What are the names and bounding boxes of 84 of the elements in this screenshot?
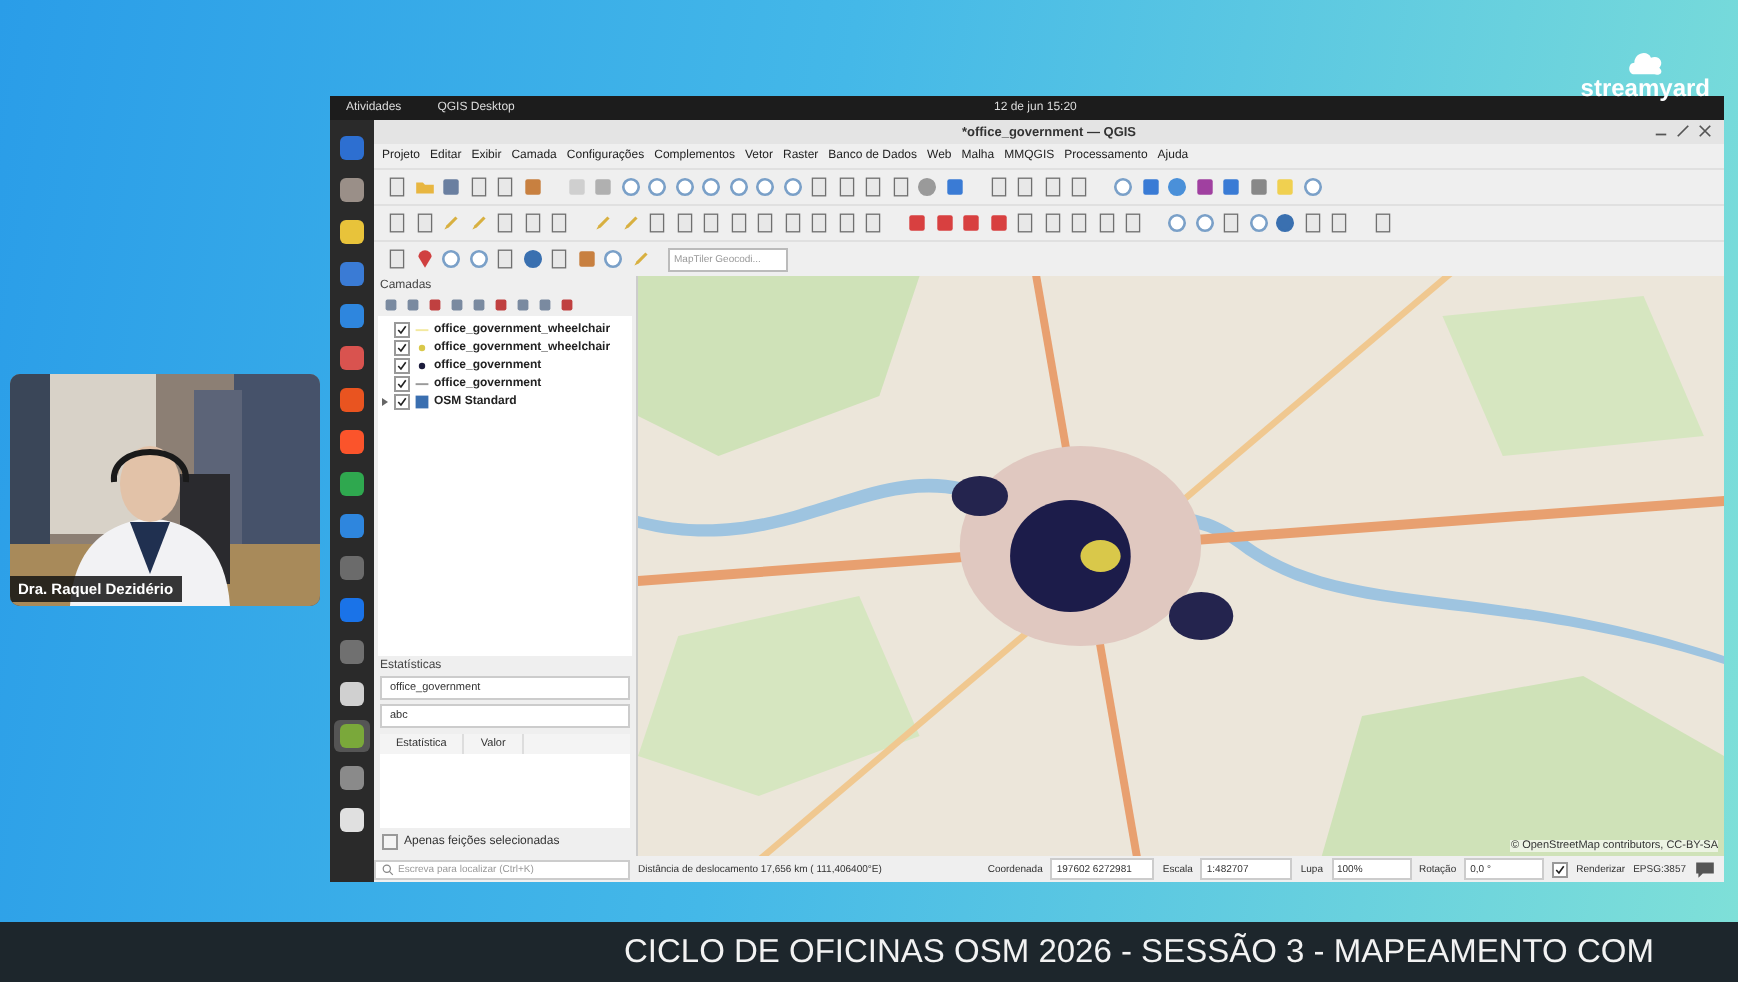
streamyard-logo: streamyard [1580,74,1710,102]
page-icon[interactable] [386,176,408,198]
page-icon[interactable] [862,176,884,198]
magnifier-icon[interactable] [1112,176,1134,198]
checkbox[interactable] [394,357,410,373]
magnifier-icon[interactable] [754,176,776,198]
page-icon[interactable] [808,212,830,234]
square-icon[interactable] [448,296,466,314]
page-icon[interactable] [1068,212,1090,234]
checkbox[interactable] [394,375,410,391]
magnifier-icon[interactable] [1301,176,1323,198]
magnifier-icon[interactable] [1247,212,1269,234]
magnifier-icon[interactable] [673,176,695,198]
page-icon[interactable] [1220,212,1242,234]
square-icon[interactable] [470,296,488,314]
page-icon[interactable] [521,212,543,234]
page-icon[interactable] [1041,212,1063,234]
square-icon[interactable] [536,296,554,314]
page-icon[interactable] [467,176,489,198]
page-icon[interactable] [1328,212,1350,234]
page-icon[interactable] [494,248,516,270]
page-icon[interactable] [987,176,1009,198]
square-icon[interactable] [426,296,444,314]
page-icon[interactable] [700,212,722,234]
page-icon[interactable] [413,212,435,234]
page-icon[interactable] [386,212,408,234]
square-icon[interactable] [404,296,422,314]
square-icon[interactable] [558,296,576,314]
page-icon[interactable] [1014,176,1036,198]
magnifier-icon[interactable] [619,176,641,198]
close-icon[interactable] [1698,124,1712,138]
page-icon[interactable] [1014,212,1036,234]
magnifier-icon[interactable] [1193,212,1215,234]
checkbox[interactable] [394,393,410,409]
message-icon[interactable] [1694,858,1716,880]
page-icon[interactable] [835,176,857,198]
magnifier-icon[interactable] [727,176,749,198]
page-icon[interactable] [1068,176,1090,198]
pin-icon[interactable] [413,248,435,270]
page-icon[interactable] [808,176,830,198]
search-icon [382,863,394,875]
checkbox[interactable] [394,339,410,355]
magnifier-icon[interactable] [440,248,462,270]
magnifier-icon[interactable] [602,248,624,270]
page-icon[interactable] [494,212,516,234]
page-icon[interactable] [1372,212,1394,234]
page-icon[interactable] [862,212,884,234]
page-icon[interactable] [494,176,516,198]
square-icon[interactable] [492,296,510,314]
dock-item[interactable] [334,678,370,710]
magnifier-icon[interactable] [700,176,722,198]
dock-item[interactable] [334,804,370,836]
page-icon[interactable] [1122,212,1144,234]
banner-title: CICLO DE OFICINAS OSM 2026 - SESSÃO 3 - MAPEAMENTO COM [624,933,1654,971]
page-icon[interactable] [646,212,668,234]
square-icon[interactable] [382,296,400,314]
page-icon[interactable] [835,212,857,234]
page-icon[interactable] [1301,212,1323,234]
page-icon[interactable] [386,248,408,270]
page-icon[interactable] [781,212,803,234]
dock-item[interactable] [334,174,370,206]
globe-icon[interactable] [1274,212,1296,234]
square-icon[interactable] [514,296,532,314]
dock-item[interactable] [334,720,370,752]
page-icon[interactable] [754,212,776,234]
checkbox[interactable] [394,321,410,337]
dock-item[interactable] [334,468,370,500]
maximize-icon[interactable] [1676,124,1690,138]
magnifier-icon[interactable] [781,176,803,198]
page-icon[interactable] [889,176,911,198]
checkbox[interactable] [1552,861,1569,877]
expand-arrow-icon[interactable] [381,397,387,405]
magnifier-icon[interactable] [1166,212,1188,234]
page-icon[interactable] [548,212,570,234]
page-icon[interactable] [1095,212,1117,234]
globe-icon[interactable] [521,248,543,270]
page-icon[interactable] [548,248,570,270]
page-icon[interactable] [727,212,749,234]
dock-item[interactable] [334,216,370,248]
page-icon[interactable] [1041,176,1063,198]
magnifier-icon[interactable] [646,176,668,198]
magnifier-icon[interactable] [467,248,489,270]
checkbox[interactable] [382,834,398,850]
page-icon[interactable] [673,212,695,234]
